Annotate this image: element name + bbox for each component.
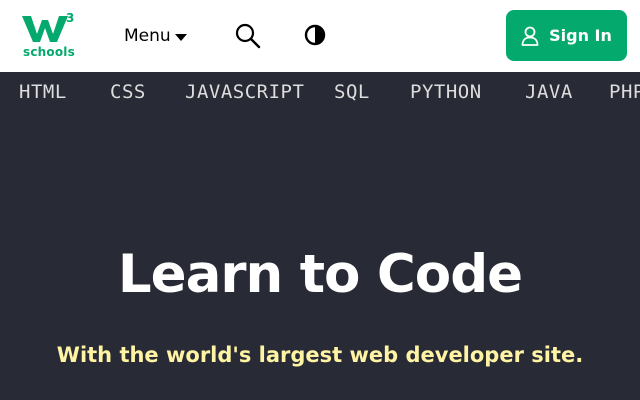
logo-wordmark: schools — [23, 45, 75, 59]
search-button[interactable] — [234, 22, 262, 50]
w3schools-logo[interactable]: 3 schools — [22, 10, 78, 62]
topic-nav-bar: HTML CSS JAVASCRIPT SQL PYTHON JAVA PHP — [0, 72, 640, 112]
nav-item-python[interactable]: PYTHON — [410, 81, 482, 103]
contrast-icon — [304, 24, 326, 46]
nav-item-html[interactable]: HTML — [19, 81, 67, 103]
sign-in-label: Sign In — [549, 26, 612, 45]
logo-mark: 3 — [22, 11, 74, 42]
sign-in-button[interactable]: Sign In — [506, 10, 627, 61]
user-icon — [521, 26, 539, 46]
nav-item-php[interactable]: PHP — [609, 81, 640, 103]
logo-superscript: 3 — [66, 11, 74, 25]
top-bar: 3 schools Menu Sign In — [0, 0, 640, 72]
nav-item-java[interactable]: JAVA — [525, 81, 573, 103]
hero-title: Learn to Code — [117, 244, 523, 305]
menu-button[interactable]: Menu — [124, 24, 187, 48]
nav-item-sql[interactable]: SQL — [334, 81, 370, 103]
nav-item-css[interactable]: CSS — [110, 81, 146, 103]
theme-toggle-button[interactable] — [303, 23, 327, 47]
nav-item-javascript[interactable]: JAVASCRIPT — [185, 81, 304, 103]
search-icon — [235, 23, 261, 49]
caret-down-icon — [174, 33, 187, 41]
hero-subtitle: With the world's largest web developer s… — [56, 343, 584, 367]
menu-label: Menu — [124, 26, 171, 46]
